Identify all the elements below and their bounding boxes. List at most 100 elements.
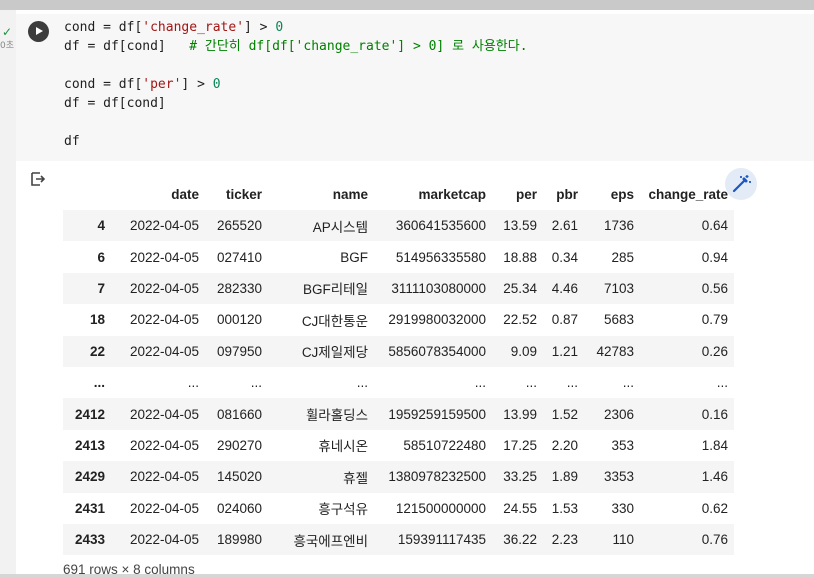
table-cell: 0.62	[701, 500, 728, 516]
magic-wand-icon	[732, 175, 751, 193]
table-cell: 353	[611, 437, 634, 453]
table-cell: 휠라홀딩스	[305, 408, 368, 424]
code-token: 'per'	[142, 77, 182, 92]
table-cell: 13.59	[503, 218, 537, 234]
table-cell: 1380978232500	[388, 469, 486, 485]
table-row: 2433 2022-04-05 189980 흥국에프엔비 159391117435 36…	[63, 523, 734, 556]
table-cell: 2022-04-05	[129, 280, 199, 296]
column-header: eps	[610, 186, 634, 202]
table-cell: 1.89	[551, 469, 578, 485]
run-cell-button[interactable]	[28, 21, 49, 42]
table-cell: 휴네시온	[318, 439, 368, 455]
table-cell: ...	[716, 375, 728, 391]
column-header: per	[515, 186, 537, 202]
table-cell: 25.34	[503, 280, 537, 296]
table-cell: 13.99	[503, 406, 537, 422]
top-bar	[0, 0, 814, 10]
code-cell[interactable]: cond = df['change_rate'] > 0 df = df[cond…	[16, 10, 814, 577]
table-cell: 1.21	[551, 343, 578, 359]
table-cell: 2.20	[551, 437, 578, 453]
table-cell: 2022-04-05	[129, 312, 199, 328]
table-row: 7 2022-04-05 282330 BGF리테일 3111103080000 25.3…	[63, 272, 734, 305]
table-cell: 000120	[216, 312, 262, 328]
code-token: 'change_rate'	[142, 20, 245, 35]
dataframe-table: date ticker name marketcap per pbr eps change_r…	[63, 178, 734, 556]
table-cell: AP시스템	[312, 219, 368, 235]
table-cell: CJ대한통운	[301, 313, 368, 329]
code-token: df = df[cond]	[64, 96, 166, 111]
table-header-row: date ticker name marketcap per pbr eps change_r…	[63, 178, 734, 210]
table-cell: 0.56	[701, 280, 728, 296]
table-cell: ...	[566, 375, 578, 391]
row-index: 2412	[74, 406, 105, 422]
table-cell: 1959259159500	[388, 406, 486, 422]
magic-wand-button[interactable]	[725, 168, 757, 200]
output-icon[interactable]	[31, 172, 45, 186]
table-cell: 18.88	[503, 249, 537, 265]
row-index: 7	[97, 280, 105, 296]
table-cell: ...	[525, 375, 537, 391]
table-body: 4 2022-04-05 265520 AP시스템 360641535600 13.59 2…	[63, 210, 734, 556]
table-cell: 2022-04-05	[129, 437, 199, 453]
row-index: 2433	[74, 532, 105, 548]
table-cell: 42783	[596, 343, 634, 359]
table-row: 18 2022-04-05 000120 CJ대한통운 2919980032000 22.…	[63, 304, 734, 335]
code-line: cond = df['per'] > 0	[64, 75, 221, 94]
table-cell: 2022-04-05	[129, 532, 199, 548]
table-cell: 081660	[216, 406, 262, 422]
code-token: df	[64, 134, 80, 149]
column-header: change_rate	[648, 186, 728, 202]
table-cell: 1.46	[701, 469, 728, 485]
table-cell: 24.55	[503, 500, 537, 516]
table-cell: 0.34	[551, 249, 578, 265]
code-token: # 간단히 df[df['change_rate'] > 0] 로 사용한다.	[189, 39, 528, 54]
table-cell: 36.22	[503, 532, 537, 548]
column-header: ticker	[225, 186, 262, 202]
code-token: 0	[275, 20, 284, 35]
table-cell: 1.53	[551, 500, 578, 516]
table-cell: 0.87	[551, 312, 578, 328]
table-cell: 0.76	[701, 532, 728, 548]
row-index: 2413	[74, 437, 105, 453]
table-row: ...........................	[63, 367, 734, 398]
code-token: ] >	[244, 20, 276, 35]
column-header: marketcap	[418, 186, 486, 202]
table-cell: 흥국에프엔비	[293, 533, 368, 549]
code-token: cond = df[	[64, 20, 143, 35]
table-cell: ...	[474, 375, 486, 391]
table-row: 2413 2022-04-05 290270 휴네시온 58510722480 17.25…	[63, 430, 734, 461]
row-index: ...	[93, 375, 105, 391]
table-cell: 027410	[216, 249, 262, 265]
play-icon	[36, 27, 43, 35]
cell-gutter: ✓ 0초	[0, 10, 16, 574]
dataframe-shape-info: 691 rows × 8 columns	[63, 562, 195, 577]
table-cell: 9.09	[510, 343, 537, 359]
table-cell: 2.61	[551, 218, 578, 234]
code-token: ] >	[181, 77, 213, 92]
table-cell: 0.79	[701, 312, 728, 328]
table-cell: 1.84	[701, 437, 728, 453]
code-editor[interactable]: cond = df['change_rate'] > 0 df = df[cond…	[16, 14, 814, 161]
code-line: df = df[cond]	[64, 94, 166, 113]
code-line: df	[64, 132, 80, 151]
table-cell: 2022-04-05	[129, 218, 199, 234]
table-row: 6 2022-04-05 027410 BGF 514956335580 18.88 0.3…	[63, 241, 734, 272]
table-cell: 5856078354000	[388, 343, 486, 359]
code-token: 0	[212, 77, 221, 92]
table-cell: ...	[622, 375, 634, 391]
table-cell: 265520	[216, 218, 262, 234]
table-cell: 흥구석유	[318, 502, 368, 518]
table-cell: 330	[611, 500, 634, 516]
index-header	[63, 178, 119, 210]
table-cell: 2022-04-05	[129, 406, 199, 422]
table-cell: 1.52	[551, 406, 578, 422]
row-index: 18	[89, 312, 105, 328]
table-cell: 22.52	[503, 312, 537, 328]
table-cell: ...	[250, 375, 262, 391]
column-header: date	[171, 186, 199, 202]
table-cell: 0.26	[701, 343, 728, 359]
code-token: cond = df[	[64, 77, 143, 92]
code-token: df = df[cond]	[64, 39, 190, 54]
table-cell: 2022-04-05	[129, 500, 199, 516]
table-cell: 189980	[216, 532, 262, 548]
